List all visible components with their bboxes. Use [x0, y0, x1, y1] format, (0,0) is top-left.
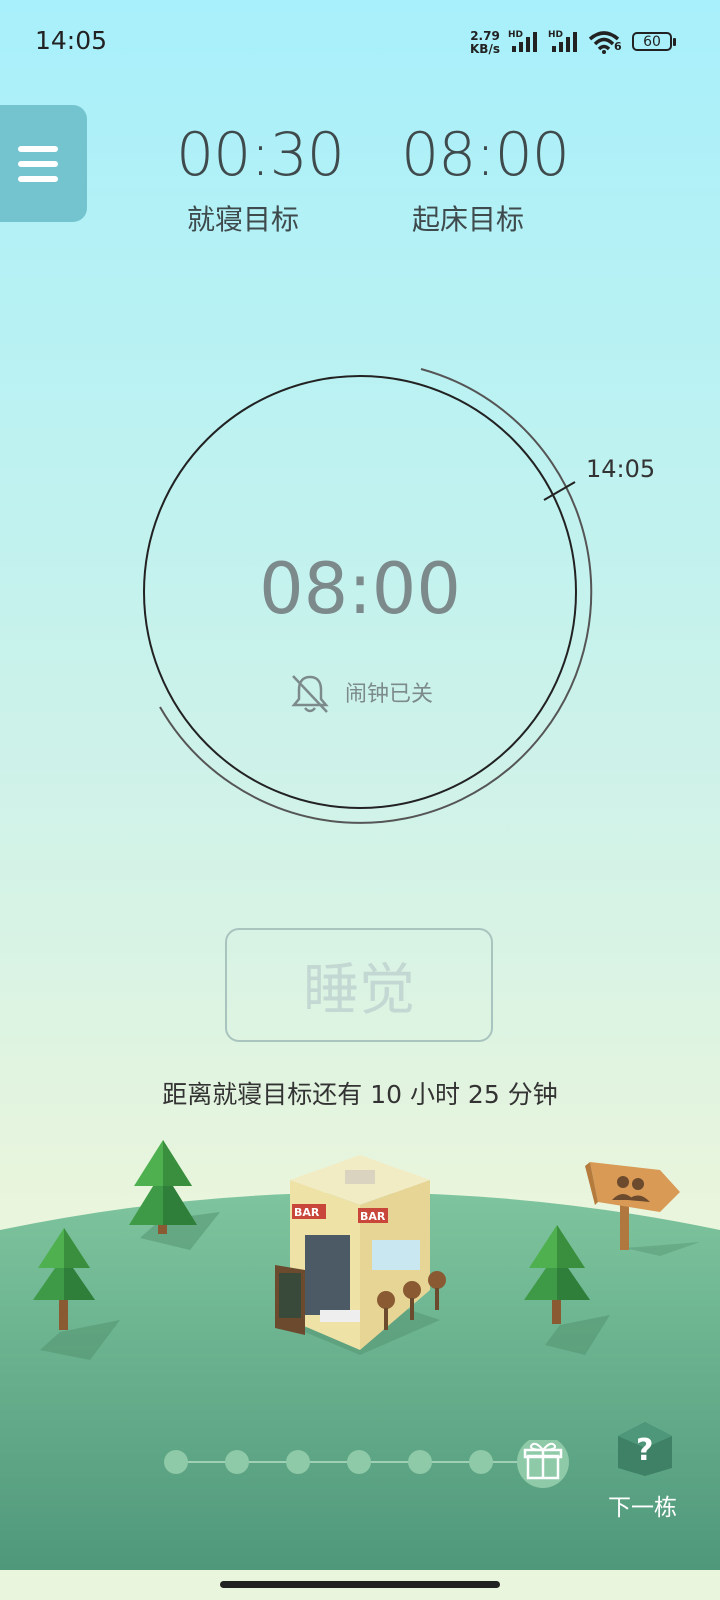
- gift-icon[interactable]: [517, 1440, 569, 1488]
- progress-dot: [408, 1450, 432, 1474]
- countdown-text: 距离就寝目标还有 10 小时 25 分钟: [162, 1080, 558, 1109]
- progress-dot: [347, 1450, 371, 1474]
- building-sign: BAR: [294, 1206, 320, 1219]
- progress-track: [164, 1440, 569, 1488]
- bar-building: BAR BAR: [275, 1155, 446, 1355]
- progress-dot: [469, 1450, 493, 1474]
- progress-dot: [286, 1450, 310, 1474]
- progress-dot: [164, 1450, 188, 1474]
- question-mark-house-icon[interactable]: ?: [614, 1418, 676, 1480]
- building-sign: BAR: [360, 1210, 386, 1223]
- alarm-status: 闹钟已关: [345, 682, 434, 707]
- next-building-button[interactable]: 下一栋: [608, 1488, 677, 1522]
- sleep-button[interactable]: 睡觉: [225, 928, 493, 1042]
- current-time-marker: 14:05: [586, 455, 656, 483]
- bell-off-icon[interactable]: [289, 672, 331, 716]
- svg-text:?: ?: [636, 1433, 653, 1468]
- sleep-clock-dial[interactable]: [0, 0, 720, 900]
- alarm-time: 08:00: [259, 548, 461, 630]
- home-indicator[interactable]: [220, 1581, 500, 1588]
- progress-dot: [225, 1450, 249, 1474]
- people-icon: [617, 1176, 629, 1188]
